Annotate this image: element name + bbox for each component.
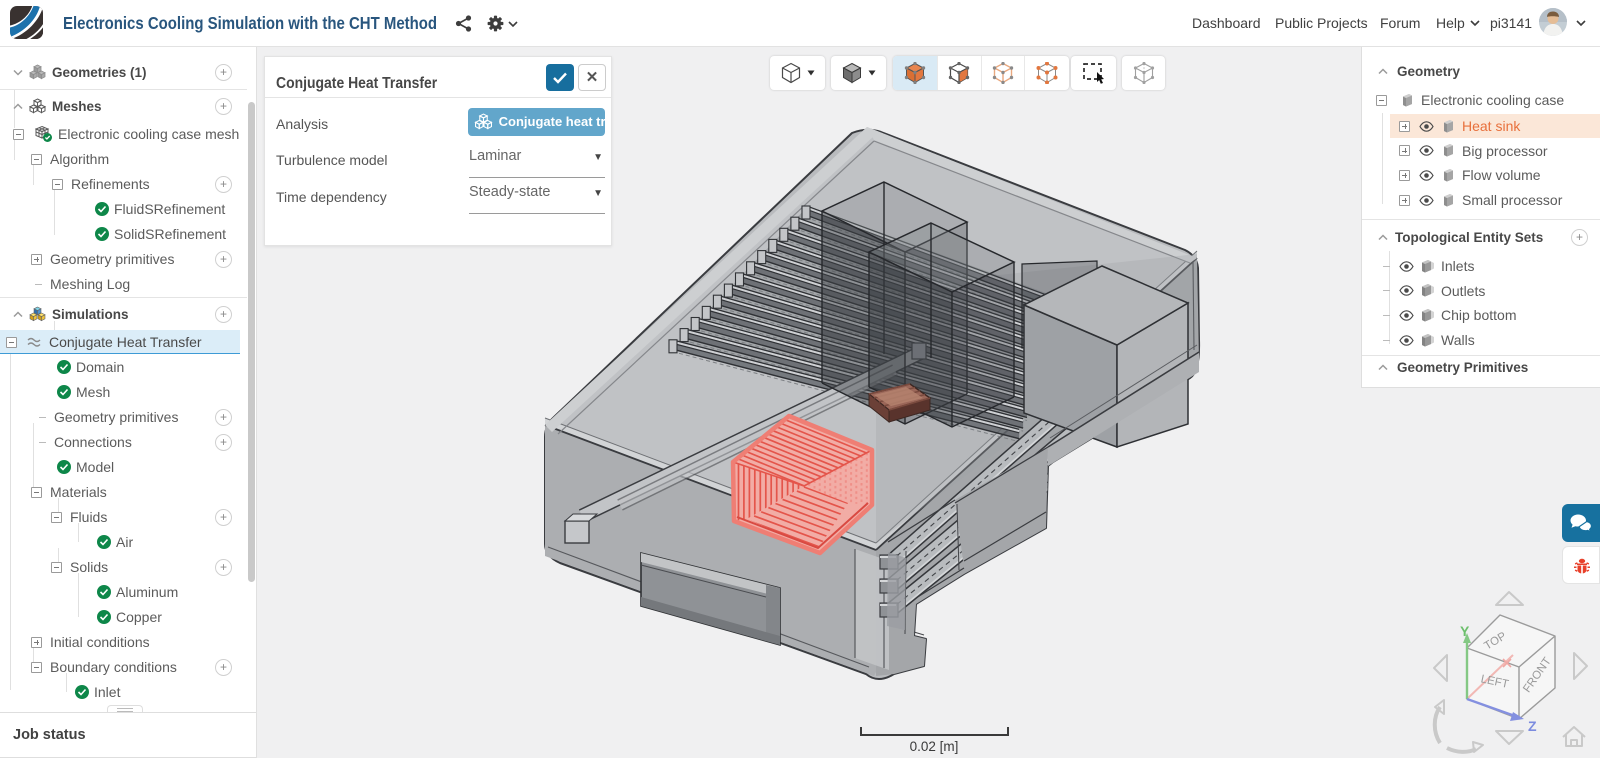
svg-text:Y: Y <box>1460 623 1470 639</box>
svg-text:0.02 [m]: 0.02 [m] <box>910 739 959 754</box>
svg-text:Z: Z <box>1528 718 1537 734</box>
